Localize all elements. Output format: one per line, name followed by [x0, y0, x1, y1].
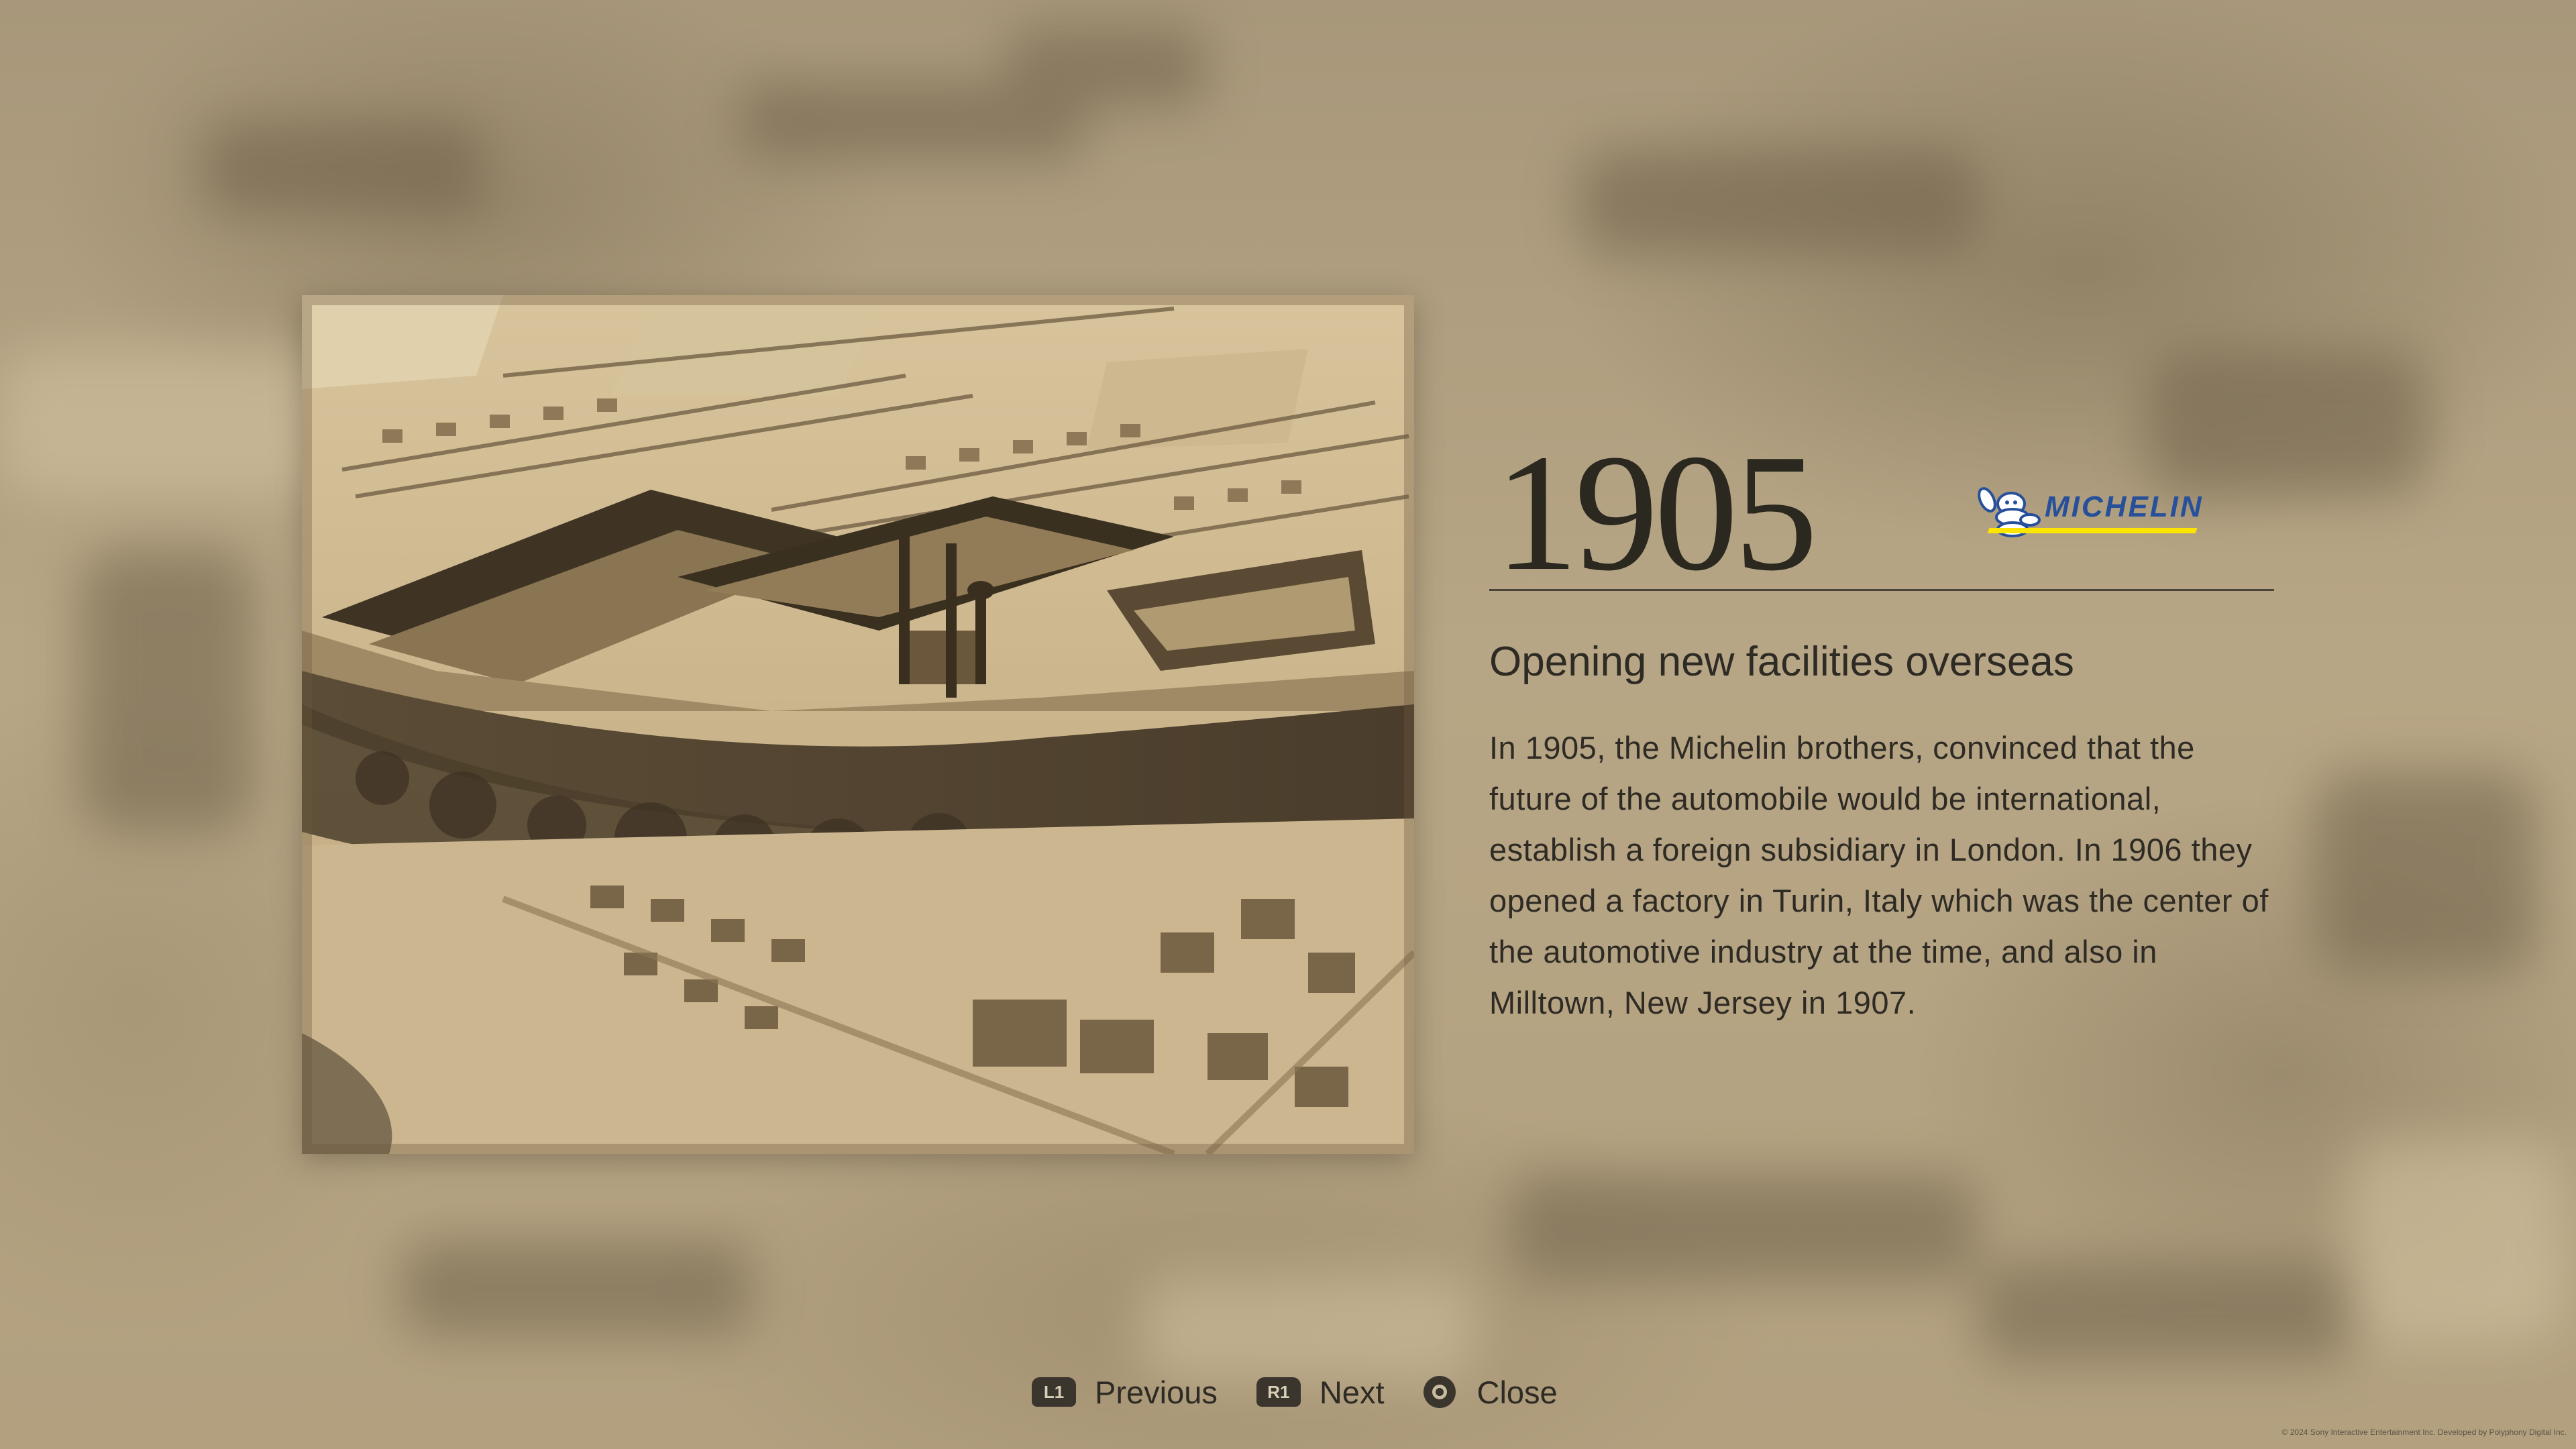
previous-button[interactable]: L1 Previous — [1032, 1374, 1218, 1411]
previous-label: Previous — [1095, 1374, 1218, 1410]
l1-key-icon: L1 — [1032, 1377, 1076, 1407]
controls-bar: L1 Previous R1 Next Close — [1032, 1368, 1597, 1415]
aerial-factory-photo — [302, 295, 1414, 1154]
michelin-logo: MICHELIN — [1972, 480, 2234, 540]
copyright-notice: © 2024 Sony Interactive Entertainment In… — [2282, 1428, 2567, 1437]
title-divider — [1489, 589, 2274, 591]
circle-button-icon — [1423, 1376, 1456, 1408]
next-button[interactable]: R1 Next — [1256, 1374, 1385, 1411]
close-button[interactable]: Close — [1423, 1374, 1558, 1411]
brand-name: MICHELIN — [2045, 490, 2204, 523]
entry-title: Opening new facilities overseas — [1489, 639, 2074, 685]
r1-key-icon: R1 — [1256, 1377, 1301, 1407]
entry-description: In 1905, the Michelin brothers, convince… — [1489, 730, 2269, 1020]
next-label: Next — [1319, 1374, 1385, 1410]
brand-underline — [1987, 528, 2198, 533]
close-label: Close — [1477, 1374, 1558, 1410]
entry-year: 1905 — [1495, 420, 1818, 606]
